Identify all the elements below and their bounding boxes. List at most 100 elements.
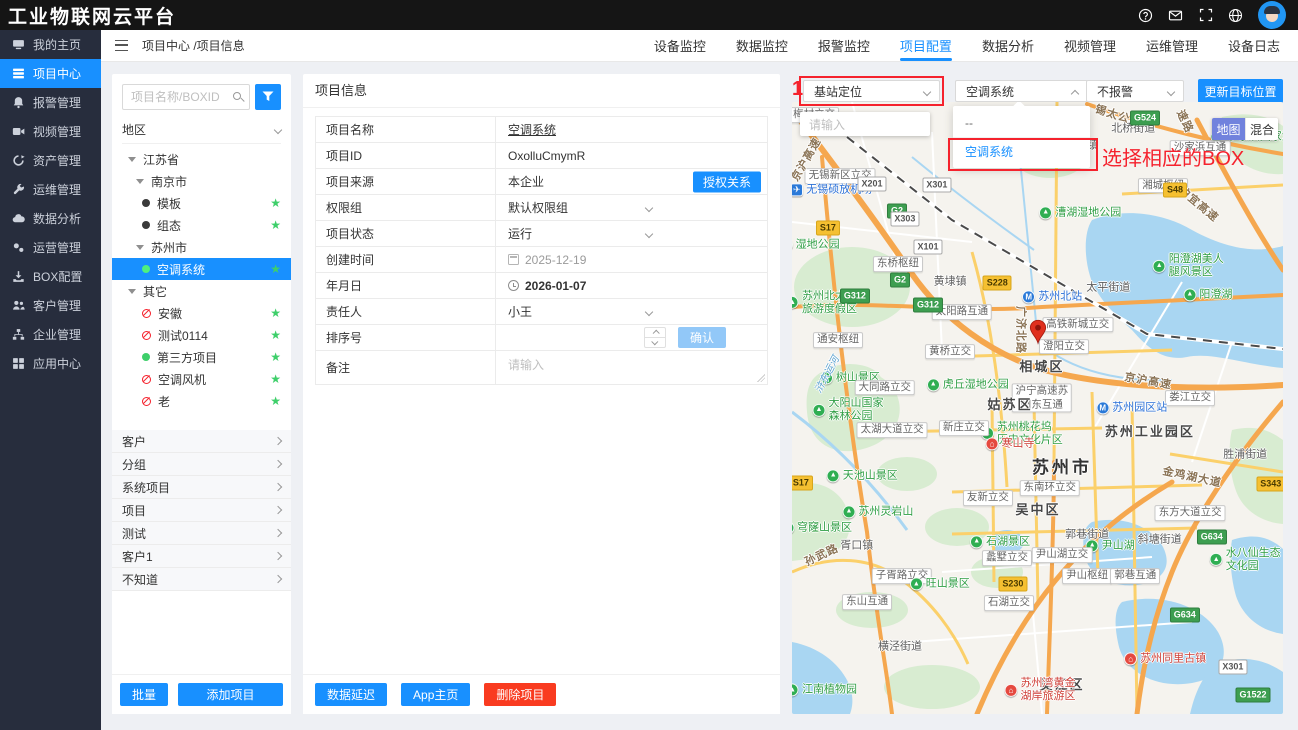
- group-item-2[interactable]: 系统项目: [112, 476, 291, 499]
- sidebar-item-label: 客户管理: [33, 297, 81, 314]
- group-item-5[interactable]: 客户1: [112, 545, 291, 568]
- header: 项目中心 /项目信息 设备监控数据监控报警监控项目配置数据分析视频管理运维管理设…: [101, 30, 1298, 62]
- star-icon[interactable]: ★: [270, 373, 281, 385]
- group-label: 客户1: [122, 548, 153, 565]
- locate-mode-select[interactable]: 基站定位: [803, 80, 940, 102]
- locate-mode-value: 基站定位: [814, 83, 862, 100]
- batch-button[interactable]: 批量: [120, 683, 168, 706]
- chevron-down-icon[interactable]: [645, 308, 653, 316]
- tab-5[interactable]: 视频管理: [1064, 30, 1116, 61]
- step-down-icon[interactable]: [645, 337, 665, 347]
- status-dot-online: [142, 353, 150, 361]
- tab-4[interactable]: 数据分析: [982, 30, 1034, 61]
- tab-7[interactable]: 设备日志: [1228, 30, 1280, 61]
- box-select[interactable]: 空调系统: [955, 80, 1088, 102]
- filter-button[interactable]: [255, 84, 281, 110]
- star-icon[interactable]: ★: [270, 395, 281, 407]
- group-item-3[interactable]: 项目: [112, 499, 291, 522]
- chevron-right-icon: [274, 575, 282, 583]
- sidebar-item-wrench[interactable]: 运维管理: [0, 175, 101, 204]
- delete-project-button[interactable]: 删除项目: [484, 683, 556, 706]
- group-item-6[interactable]: 不知道: [112, 568, 291, 591]
- step-up-icon[interactable]: [645, 328, 665, 337]
- sidebar-item-cloud[interactable]: 数据分析: [0, 204, 101, 233]
- tree-item-9[interactable]: 第三方项目★: [112, 346, 291, 368]
- authorize-button[interactable]: 授权关系: [693, 171, 761, 192]
- mail-icon[interactable]: [1168, 8, 1183, 23]
- tree-item-11[interactable]: 老★: [112, 390, 291, 412]
- sidebar-item-box[interactable]: BOX配置: [0, 262, 101, 291]
- chevron-down-icon[interactable]: [645, 230, 653, 238]
- video-icon: [11, 125, 25, 138]
- tree-branch-6[interactable]: 其它: [112, 280, 291, 302]
- sidebar-item-org[interactable]: 企业管理: [0, 320, 101, 349]
- dropdown-option-empty[interactable]: --: [953, 109, 1090, 137]
- tree-branch-1[interactable]: 南京市: [112, 170, 291, 192]
- star-icon[interactable]: ★: [270, 263, 281, 275]
- add-project-button[interactable]: 添加项目: [178, 683, 283, 706]
- confirm-button[interactable]: 确认: [678, 327, 726, 348]
- group-label: 客户: [122, 433, 146, 450]
- dropdown-option-box[interactable]: 空调系统: [953, 137, 1090, 165]
- tree-item-10[interactable]: 空调风机★: [112, 368, 291, 390]
- group-item-0[interactable]: 客户: [112, 430, 291, 453]
- sidebar-item-label: 应用中心: [33, 355, 81, 372]
- globe-icon[interactable]: [1228, 8, 1243, 23]
- tree-label: 空调系统: [157, 261, 205, 278]
- tab-6[interactable]: 运维管理: [1146, 30, 1198, 61]
- star-icon[interactable]: ★: [270, 197, 281, 209]
- remark-placeholder[interactable]: 请输入: [508, 356, 544, 373]
- star-icon[interactable]: ★: [270, 219, 281, 231]
- map-search-input[interactable]: 请输入: [800, 112, 930, 136]
- sidebar-item-ops[interactable]: 运营管理: [0, 233, 101, 262]
- layer-map-button[interactable]: 地图: [1212, 118, 1245, 140]
- menu-fold-icon[interactable]: [115, 40, 128, 51]
- tab-3[interactable]: 项目配置: [900, 30, 952, 61]
- map[interactable]: 梅村立交锡太公路速路▲沙家浜国家湿地公园沙家浜互通北桥街道辛庄镇无锡新区立交✈无…: [792, 102, 1283, 714]
- sidebar-item-apps[interactable]: 应用中心: [0, 349, 101, 378]
- group-item-4[interactable]: 测试: [112, 522, 291, 545]
- tree-item-2[interactable]: 模板★: [112, 192, 291, 214]
- tree-item-3[interactable]: 组态★: [112, 214, 291, 236]
- tab-1[interactable]: 数据监控: [736, 30, 788, 61]
- sidebar-item-monitor[interactable]: 我的主页: [0, 30, 101, 59]
- tab-0[interactable]: 设备监控: [654, 30, 706, 61]
- sidebar-item-asset[interactable]: 资产管理: [0, 146, 101, 175]
- project-name-link[interactable]: 空调系统: [508, 121, 556, 138]
- help-icon[interactable]: [1138, 8, 1153, 23]
- user-avatar[interactable]: [1258, 1, 1286, 29]
- sidebar-item-users[interactable]: 客户管理: [0, 291, 101, 320]
- star-icon[interactable]: ★: [270, 351, 281, 363]
- tree-branch-4[interactable]: 苏州市: [112, 236, 291, 258]
- number-stepper[interactable]: [644, 327, 666, 348]
- chevron-up-icon: [1071, 90, 1079, 98]
- form-label: 备注: [316, 351, 496, 384]
- tree-item-5[interactable]: 空调系统 ★: [112, 258, 291, 280]
- action-button-0[interactable]: 数据延迟: [315, 683, 387, 706]
- action-button-1[interactable]: App主页: [401, 683, 470, 706]
- alarm-filter-select[interactable]: 不报警: [1086, 80, 1184, 102]
- search-icon[interactable]: [233, 92, 241, 100]
- tree-branch-0[interactable]: 江苏省: [112, 148, 291, 170]
- form-label: 项目名称: [316, 117, 496, 142]
- resize-handle-icon[interactable]: [757, 374, 765, 382]
- group-item-1[interactable]: 分组: [112, 453, 291, 476]
- tree-item-7[interactable]: 安徽★: [112, 302, 291, 324]
- select-value: 运行: [508, 225, 532, 242]
- project-tree: 江苏省南京市模板★组态★苏州市空调系统★其它安徽★测试0114★第三方项目★空调…: [112, 148, 291, 412]
- sidebar-item-project[interactable]: 项目中心: [0, 59, 101, 88]
- chevron-down-icon[interactable]: [645, 204, 653, 212]
- update-target-position-button[interactable]: 更新目标位置: [1198, 79, 1283, 103]
- star-icon[interactable]: ★: [270, 329, 281, 341]
- layer-hybrid-button[interactable]: 混合: [1245, 118, 1278, 140]
- star-icon[interactable]: ★: [270, 307, 281, 319]
- region-section-header[interactable]: 地区: [122, 116, 281, 144]
- form-label-text: 项目状态: [326, 225, 374, 242]
- tree-item-8[interactable]: 测试0114★: [112, 324, 291, 346]
- tab-2[interactable]: 报警监控: [818, 30, 870, 61]
- form-row-6: 年月日2026-01-07: [316, 273, 767, 299]
- sidebar-item-bell[interactable]: 报警管理: [0, 88, 101, 117]
- sidebar-item-video[interactable]: 视频管理: [0, 117, 101, 146]
- fullscreen-icon[interactable]: [1198, 8, 1213, 23]
- search-input[interactable]: [122, 84, 250, 110]
